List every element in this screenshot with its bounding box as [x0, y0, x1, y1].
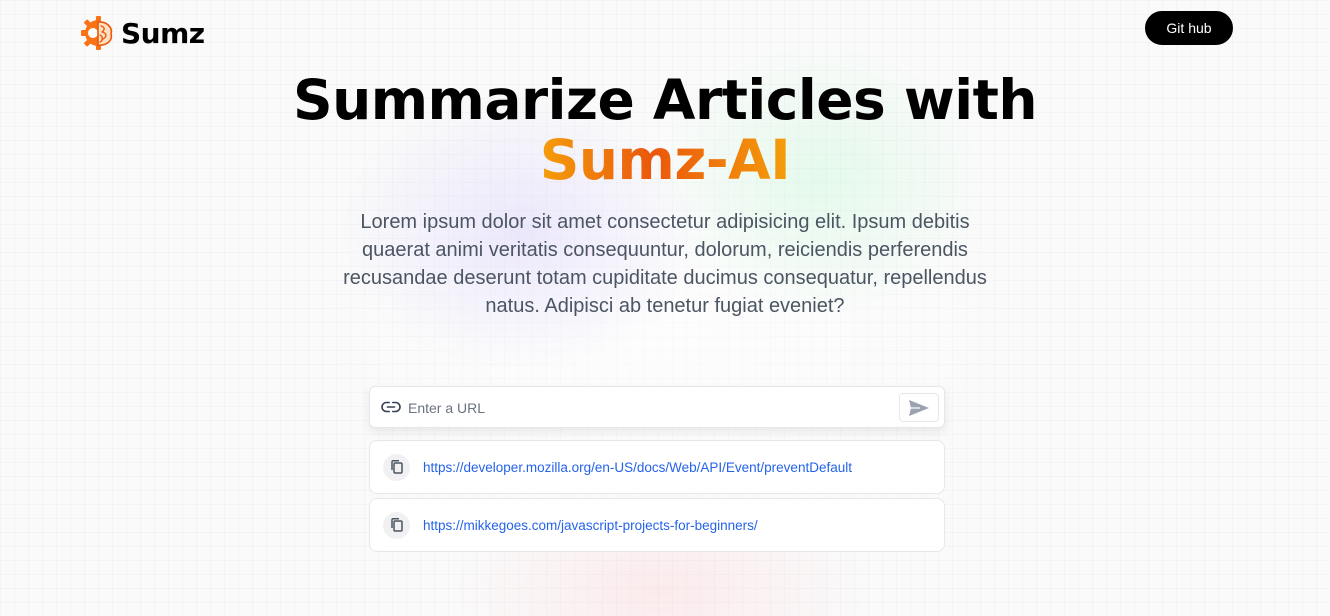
brain-gear-icon	[81, 16, 113, 50]
github-button[interactable]: Git hub	[1145, 11, 1233, 45]
page-title: Summarize Articles with Sumz-AI	[0, 70, 1330, 190]
navbar: Sumz Git hub	[0, 0, 1330, 64]
brand-logo[interactable]: Sumz	[81, 16, 205, 50]
url-input[interactable]	[408, 395, 888, 421]
hero-description: Lorem ipsum dolor sit amet consectetur a…	[343, 211, 987, 317]
history-item[interactable]: https://developer.mozilla.org/en-US/docs…	[369, 440, 945, 494]
copy-button[interactable]	[383, 511, 410, 539]
hero-section: Summarize Articles with Sumz-AI Lorem ip…	[0, 70, 1330, 320]
link-icon	[381, 401, 401, 413]
brand-name: Sumz	[121, 16, 205, 50]
history-url: https://developer.mozilla.org/en-US/docs…	[423, 459, 852, 475]
history-url: https://mikkegoes.com/javascript-project…	[423, 517, 758, 533]
copy-icon	[390, 518, 403, 532]
copy-button[interactable]	[383, 453, 410, 481]
history-item[interactable]: https://mikkegoes.com/javascript-project…	[369, 498, 945, 552]
send-icon	[909, 399, 929, 416]
submit-button[interactable]	[899, 393, 939, 422]
title-accent: Sumz-AI	[539, 128, 791, 192]
copy-icon	[390, 460, 403, 474]
title-line: Summarize Articles with	[292, 68, 1038, 132]
history-list: https://developer.mozilla.org/en-US/docs…	[369, 440, 945, 556]
url-form	[369, 386, 945, 428]
